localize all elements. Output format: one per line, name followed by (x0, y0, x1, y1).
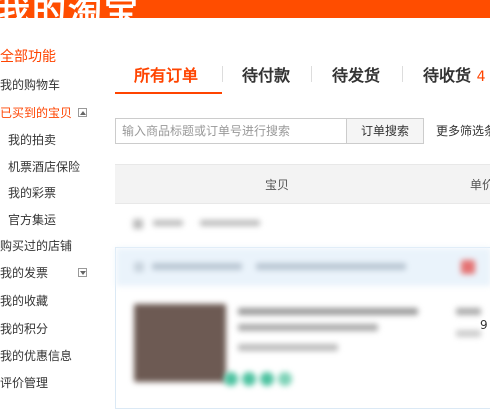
sidebar-item-favorites[interactable]: 我的收藏 (0, 292, 48, 309)
tab-all-orders[interactable]: 所有订单 (134, 62, 198, 86)
order-table-header: 宝贝 单价 (115, 164, 490, 204)
sidebar-item-shops[interactable]: 购买过的店铺 (0, 237, 72, 254)
column-header-item: 宝贝 (265, 178, 290, 192)
tab-divider (402, 66, 403, 82)
active-tab-underline (115, 92, 222, 94)
sidebar-item-travel[interactable]: 机票酒店保险 (8, 158, 80, 175)
sidebar-item-purchased[interactable]: 已买到的宝贝 (0, 104, 72, 121)
tab-divider (222, 66, 223, 82)
brand-logo[interactable]: 我的淘宝 (0, 0, 140, 18)
collapse-toggle-icon[interactable] (78, 108, 87, 117)
top-header: 我的淘宝 (0, 0, 490, 18)
order-card[interactable] (115, 247, 490, 409)
order-card-header (116, 248, 490, 286)
sidebar-item-coupons[interactable]: 我的优惠信息 (0, 347, 72, 364)
sidebar-item-lottery[interactable]: 我的彩票 (8, 184, 56, 201)
tab-pending-receipt[interactable]: 待收货 4 (423, 62, 486, 86)
select-all-row[interactable] (115, 215, 275, 229)
tab-pending-shipment[interactable]: 待发货 (332, 62, 380, 86)
order-search-button[interactable]: 订单搜索 (346, 118, 424, 144)
tab-label: 待收货 (423, 66, 472, 85)
sidebar-item-points[interactable]: 我的积分 (0, 320, 48, 337)
order-list (115, 205, 490, 409)
sidebar-item-invoices[interactable]: 我的发票 (0, 264, 48, 281)
order-partial-value: 9 (480, 318, 488, 332)
tab-count-badge: 4 (476, 69, 486, 85)
column-header-price: 单价 (470, 178, 490, 192)
sidebar-title[interactable]: 全部功能 (0, 46, 56, 66)
sidebar-item-cart[interactable]: 我的购物车 (0, 76, 60, 93)
sidebar-item-auction[interactable]: 我的拍卖 (8, 131, 56, 148)
sidebar-item-reviews[interactable]: 评价管理 (0, 374, 48, 391)
tab-divider (311, 66, 312, 82)
product-thumbnail[interactable] (134, 304, 226, 382)
expand-toggle-icon[interactable] (78, 268, 87, 277)
more-filters-link[interactable]: 更多筛选条 (436, 118, 490, 144)
order-search-input[interactable] (115, 118, 347, 144)
sidebar-item-shipping[interactable]: 官方集运 (8, 211, 56, 228)
tab-pending-payment[interactable]: 待付款 (242, 62, 290, 86)
order-tabs: 所有订单 待付款 待发货 待收货 4 (115, 52, 490, 96)
